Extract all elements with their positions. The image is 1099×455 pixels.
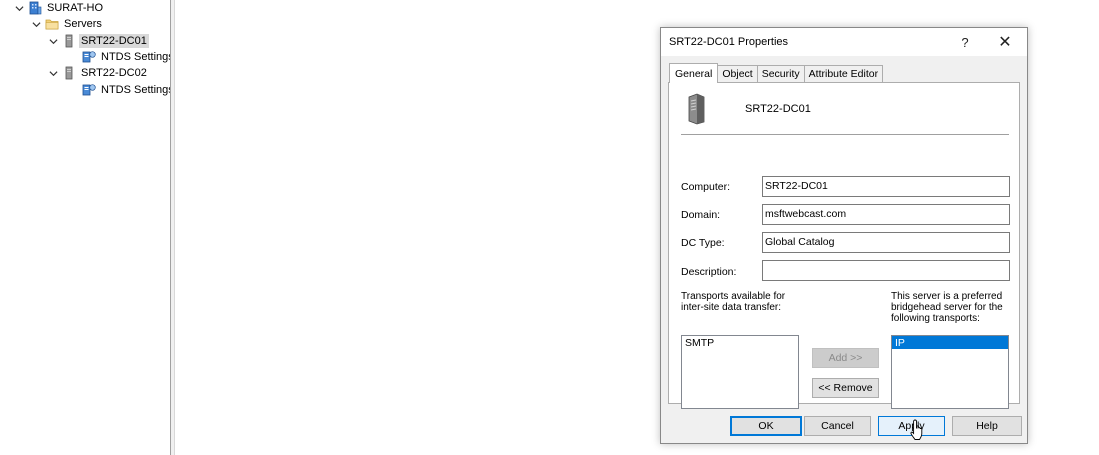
tab-strip: General Object Security Attribute Editor bbox=[669, 63, 884, 83]
tree-node-srt22-dc02[interactable]: SRT22-DC02 bbox=[48, 65, 149, 81]
tree-node-ntds-settings[interactable]: NTDS Settings bbox=[82, 49, 176, 65]
computer-field[interactable]: SRT22-DC01 bbox=[762, 176, 1010, 197]
chevron-down-icon[interactable] bbox=[48, 33, 58, 49]
dialog-titlebar[interactable]: SRT22-DC01 Properties ? ✕ bbox=[661, 28, 1027, 56]
tab-object[interactable]: Object bbox=[717, 65, 758, 82]
tree-label: SRT22-DC02 bbox=[81, 67, 147, 79]
dialog-title: SRT22-DC01 Properties bbox=[669, 36, 789, 48]
tree-node-ntds-settings[interactable]: NTDS Settings bbox=[82, 82, 176, 98]
tree-label: SRT22-DC01 bbox=[79, 34, 149, 48]
divider bbox=[681, 134, 1009, 135]
tree-node-servers[interactable]: Servers bbox=[31, 16, 104, 32]
chevron-down-icon[interactable] bbox=[48, 65, 58, 81]
chevron-down-icon[interactable] bbox=[14, 0, 24, 16]
description-input[interactable] bbox=[762, 260, 1010, 281]
list-item[interactable]: IP bbox=[892, 336, 1008, 349]
tab-attribute-editor[interactable]: Attribute Editor bbox=[803, 65, 884, 82]
tree-node-site[interactable]: SURAT-HO bbox=[14, 0, 105, 16]
tab-panel-general: SRT22-DC01 Computer: SRT22-DC01 Domain: … bbox=[668, 82, 1020, 409]
dc-type-label: DC Type: bbox=[681, 237, 725, 249]
server-name: SRT22-DC01 bbox=[745, 103, 811, 115]
help-button[interactable]: Help bbox=[952, 416, 1022, 436]
tree-label: Servers bbox=[64, 18, 102, 30]
list-item[interactable]: SMTP bbox=[682, 336, 798, 349]
site-icon bbox=[29, 1, 42, 15]
chevron-down-icon[interactable] bbox=[31, 16, 41, 32]
help-icon[interactable]: ? bbox=[947, 28, 983, 56]
description-label: Description: bbox=[681, 266, 737, 278]
domain-field[interactable]: msftwebcast.com bbox=[762, 204, 1010, 225]
ntds-settings-icon bbox=[82, 84, 96, 96]
console-tree: SURAT-HO Servers SRT22-DC01 NTDS Setting… bbox=[0, 0, 174, 455]
tree-node-srt22-dc01[interactable]: SRT22-DC01 bbox=[48, 33, 149, 49]
folder-icon bbox=[45, 19, 59, 30]
available-transports-list[interactable]: SMTP bbox=[681, 335, 799, 409]
remove-button[interactable]: << Remove bbox=[812, 378, 879, 398]
server-icon bbox=[65, 34, 73, 48]
dc-type-field[interactable]: Global Catalog bbox=[762, 232, 1010, 253]
tree-label: NTDS Settings bbox=[101, 51, 174, 63]
close-icon[interactable]: ✕ bbox=[987, 28, 1023, 56]
server-icon bbox=[65, 66, 73, 80]
computer-label: Computer: bbox=[681, 181, 731, 193]
tree-label: NTDS Settings bbox=[101, 84, 174, 96]
apply-button[interactable]: Apply bbox=[878, 416, 945, 436]
properties-dialog: SRT22-DC01 Properties ? ✕ General Object… bbox=[660, 27, 1028, 444]
transports-available-label: Transports available for inter-site data… bbox=[681, 291, 786, 313]
tree-label: SURAT-HO bbox=[47, 2, 104, 14]
tab-general[interactable]: General bbox=[669, 63, 719, 83]
ok-button[interactable]: OK bbox=[730, 416, 802, 436]
tab-security[interactable]: Security bbox=[756, 65, 805, 82]
cancel-button[interactable]: Cancel bbox=[804, 416, 871, 436]
add-button[interactable]: Add >> bbox=[812, 348, 879, 368]
domain-label: Domain: bbox=[681, 209, 721, 221]
server-icon bbox=[688, 93, 705, 125]
bridgehead-label: This server is a preferred bridgehead se… bbox=[891, 291, 1003, 324]
bridgehead-transports-list[interactable]: IP bbox=[891, 335, 1009, 409]
pane-splitter[interactable] bbox=[170, 0, 175, 455]
ntds-settings-icon bbox=[82, 51, 96, 63]
